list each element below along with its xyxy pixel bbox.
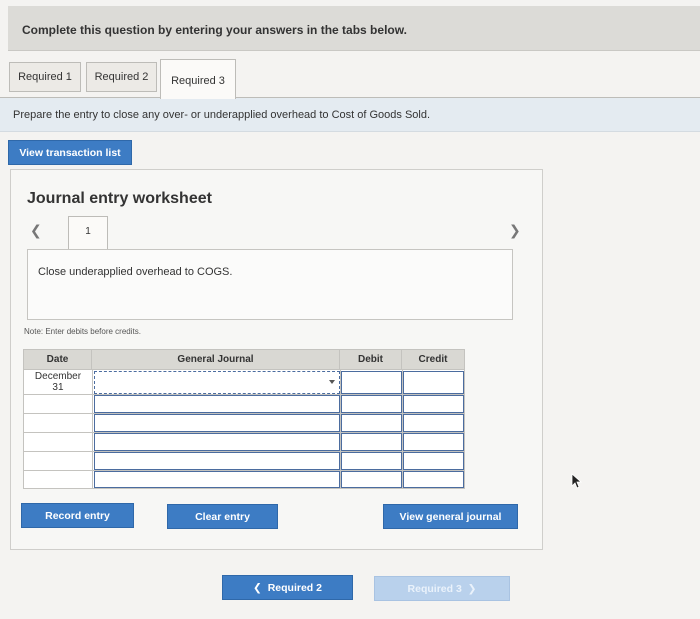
journal-entry-table: Date General Journal Debit Credit Decemb… [23, 349, 465, 489]
entry-description: Close underapplied overhead to COGS. [38, 266, 233, 278]
column-header-date: Date [24, 350, 92, 370]
worksheet-title: Journal entry worksheet [27, 190, 212, 207]
record-entry-button[interactable]: Record entry [21, 503, 134, 528]
clear-entry-button[interactable]: Clear entry [167, 504, 278, 529]
prev-entry-chevron-icon[interactable]: ❮ [30, 222, 42, 239]
tab-bar: Required 1 Required 2 Required 3 [0, 51, 700, 99]
question-prompt: Prepare the entry to close any over- or … [13, 109, 431, 121]
chevron-down-icon [329, 380, 335, 384]
debit-input[interactable] [341, 433, 402, 451]
column-header-credit: Credit [402, 350, 464, 370]
general-journal-select[interactable] [94, 395, 340, 413]
general-journal-select[interactable] [94, 414, 340, 432]
tab-required-1[interactable]: Required 1 [9, 62, 81, 92]
general-journal-select[interactable] [94, 371, 340, 394]
general-journal-select[interactable] [94, 433, 340, 451]
column-divider [92, 370, 93, 488]
general-journal-select[interactable] [94, 452, 340, 470]
chevron-left-icon: ❮ [253, 582, 268, 594]
question-prompt-bar: Prepare the entry to close any over- or … [0, 98, 700, 132]
journal-entry-worksheet: Journal entry worksheet ❮ 1 ❯ Close unde… [10, 169, 543, 550]
debit-input[interactable] [341, 395, 402, 413]
debit-input[interactable] [341, 471, 402, 488]
credit-input[interactable] [403, 371, 464, 394]
instruction-bar: Complete this question by entering your … [8, 6, 700, 51]
debit-input[interactable] [341, 452, 402, 470]
credit-input[interactable] [403, 433, 464, 451]
tab-required-3[interactable]: Required 3 [160, 59, 236, 99]
prev-required-label: Required 2 [267, 582, 322, 594]
credit-input[interactable] [403, 414, 464, 432]
entry-number-tab[interactable]: 1 [68, 216, 108, 249]
general-journal-select[interactable] [94, 471, 340, 488]
chevron-right-icon: ❯ [461, 583, 477, 595]
tab-required-2[interactable]: Required 2 [86, 62, 157, 92]
view-transaction-list-button[interactable]: View transaction list [8, 140, 132, 165]
view-general-journal-button[interactable]: View general journal [383, 504, 518, 529]
date-cell: December 31 [24, 370, 92, 394]
column-header-debit: Debit [340, 350, 402, 370]
mouse-cursor-icon [571, 473, 583, 489]
instruction-text: Complete this question by entering your … [22, 23, 407, 37]
prev-required-button[interactable]: ❮ Required 2 [222, 575, 353, 600]
debit-input[interactable] [341, 371, 402, 394]
credit-input[interactable] [403, 452, 464, 470]
next-entry-chevron-icon[interactable]: ❯ [509, 222, 521, 239]
entry-description-box: Close underapplied overhead to COGS. [27, 249, 513, 320]
date-value: December 31 [34, 371, 82, 393]
next-required-button[interactable]: Required 3 ❯ [374, 576, 510, 601]
debit-credit-note: Note: Enter debits before credits. [24, 327, 141, 336]
credit-input[interactable] [403, 471, 464, 488]
next-required-label: Required 3 [407, 583, 462, 595]
credit-input[interactable] [403, 395, 464, 413]
debit-input[interactable] [341, 414, 402, 432]
column-header-general-journal: General Journal [92, 350, 340, 370]
